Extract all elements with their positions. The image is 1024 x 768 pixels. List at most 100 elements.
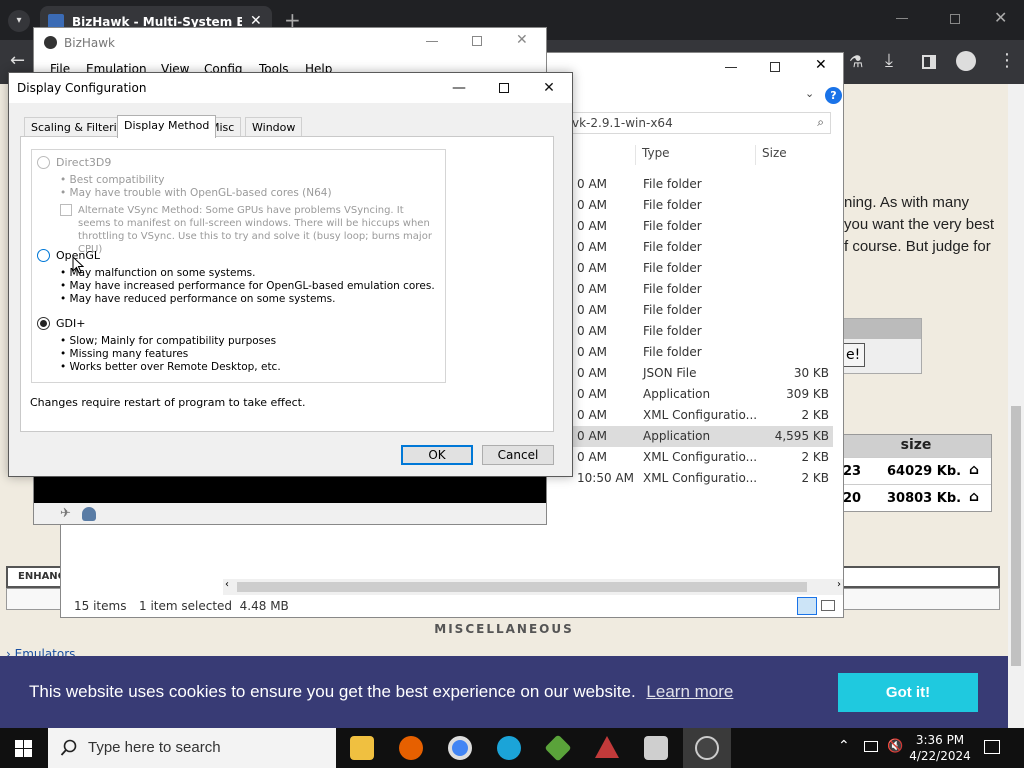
side-panel-icon[interactable]	[922, 55, 936, 69]
edge-icon[interactable]	[497, 736, 521, 760]
download-button[interactable]: e!	[841, 343, 866, 367]
file-row[interactable]: 0 AM Application 4,595 KB	[561, 426, 833, 447]
close-icon[interactable]: ✕	[516, 32, 528, 48]
file-date: 0 AM	[577, 282, 608, 296]
minimize-icon[interactable]	[426, 41, 438, 42]
home-icon[interactable]: ⌂	[969, 489, 979, 505]
file-row[interactable]: 0 AM XML Configuratio... 2 KB	[561, 405, 833, 426]
download-icon[interactable]: ⤓	[885, 50, 893, 71]
file-row[interactable]: 0 AM File folder	[561, 237, 833, 258]
gdi-plus-radio[interactable]	[37, 317, 50, 330]
file-row[interactable]: 0 AM File folder	[561, 300, 833, 321]
page-text-line: ning. As with many	[844, 194, 970, 211]
direct3d9-radio[interactable]	[37, 156, 50, 169]
close-icon[interactable]: ✕	[815, 57, 827, 73]
display-method-group: Direct3D9 • Best compatibility • May hav…	[31, 149, 446, 383]
bizhawk-status-bar: ✈	[34, 503, 546, 524]
chevron-right-icon[interactable]: ›	[837, 579, 841, 590]
file-type: XML Configuratio...	[643, 471, 758, 485]
git-icon[interactable]	[544, 734, 572, 762]
controller-icon[interactable]: ✈	[60, 506, 71, 521]
file-date: 0 AM	[577, 240, 608, 254]
file-row[interactable]: 0 AM XML Configuratio... 2 KB	[561, 447, 833, 468]
close-window-icon[interactable]: ✕	[994, 8, 1007, 27]
file-row[interactable]: 0 AM File folder	[561, 321, 833, 342]
menu-kebab-icon[interactable]: ⋮	[998, 50, 1016, 71]
file-row[interactable]: 0 AM File folder	[561, 279, 833, 300]
file-row[interactable]: 0 AM File folder	[561, 258, 833, 279]
size-table: size 23 64029 Kb. ⌂ 20 30803 Kb. ⌂	[840, 434, 992, 512]
maximize-icon[interactable]	[472, 36, 482, 46]
network-icon[interactable]	[864, 741, 878, 752]
file-row[interactable]: 0 AM JSON File 30 KB	[561, 363, 833, 384]
taskbar-search-box[interactable]: Type here to search	[48, 728, 336, 768]
file-row[interactable]: 0 AM File folder	[561, 174, 833, 195]
search-icon[interactable]: ⌕	[817, 115, 824, 130]
table-row: 20 30803 Kb. ⌂	[841, 484, 991, 511]
file-row[interactable]: 10:50 AM XML Configuratio... 2 KB	[561, 468, 833, 489]
bizhawk-taskbar-button[interactable]	[683, 728, 731, 768]
file-date: 0 AM	[577, 261, 608, 275]
minimize-icon[interactable]	[725, 67, 737, 68]
file-row[interactable]: 0 AM File folder	[561, 342, 833, 363]
back-arrow-icon[interactable]: ←	[10, 50, 25, 71]
notifications-icon[interactable]	[984, 740, 1000, 754]
scrollbar-thumb[interactable]	[1011, 406, 1021, 666]
file-date: 10:50 AM	[577, 471, 634, 485]
restore-icon[interactable]	[950, 14, 960, 24]
chevron-left-icon[interactable]: ‹	[225, 579, 229, 590]
misc-heading: MISCELLANEOUS	[434, 622, 574, 636]
profile-avatar-icon[interactable]	[956, 51, 976, 71]
tab-window[interactable]: Window	[245, 117, 303, 137]
column-header-size[interactable]: Size	[762, 146, 787, 160]
chrome-icon[interactable]	[448, 736, 472, 760]
minimize-icon[interactable]	[896, 18, 908, 19]
ok-button[interactable]: OK	[401, 445, 473, 465]
file-type: File folder	[643, 261, 702, 275]
emulator-screen[interactable]	[34, 476, 546, 503]
chevron-up-icon[interactable]: ⌃	[838, 738, 850, 754]
gdi-plus-label: GDI+	[56, 317, 86, 330]
close-icon[interactable]: ✕	[526, 73, 572, 103]
alternate-vsync-checkbox[interactable]	[60, 204, 72, 216]
details-view-icon[interactable]	[797, 597, 817, 615]
help-icon[interactable]: ?	[825, 87, 842, 104]
display-configuration-dialog: Display Configuration — ✕ Scaling & Filt…	[8, 72, 573, 477]
chevron-down-icon[interactable]: ⌄	[805, 87, 814, 100]
address-path: vk-2.9.1-win-x64	[572, 116, 673, 130]
file-row[interactable]: 0 AM Application 309 KB	[561, 384, 833, 405]
tab-search-button[interactable]: ▾	[8, 10, 30, 32]
opengl-radio[interactable]	[37, 249, 50, 262]
scrollbar-thumb[interactable]	[237, 582, 807, 592]
cancel-button[interactable]: Cancel	[482, 445, 554, 465]
volume-muted-icon[interactable]: 🔇	[887, 739, 903, 754]
opengl-bullet: • May have reduced performance on some s…	[60, 293, 336, 305]
file-date: 0 AM	[577, 219, 608, 233]
page-scrollbar[interactable]	[1008, 84, 1024, 728]
home-icon[interactable]: ⌂	[969, 462, 979, 478]
file-explorer-icon[interactable]	[350, 736, 374, 760]
taskbar-search-placeholder: Type here to search	[88, 739, 221, 756]
file-size: 2 KB	[801, 408, 829, 422]
file-size: 2 KB	[801, 471, 829, 485]
item-count: 15 items	[74, 599, 127, 613]
column-header-type[interactable]: Type	[642, 146, 670, 160]
minimize-icon[interactable]: —	[436, 73, 482, 103]
windows-start-icon[interactable]	[15, 740, 32, 757]
file-row[interactable]: 0 AM File folder	[561, 195, 833, 216]
tab-display-method[interactable]: Display Method	[117, 115, 217, 138]
maximize-icon[interactable]	[770, 62, 780, 72]
learn-more-link[interactable]: Learn more	[646, 682, 733, 701]
firefox-icon[interactable]	[399, 736, 423, 760]
address-bar[interactable]: vk-2.9.1-win-x64 ⌕	[565, 112, 831, 134]
labs-flask-icon[interactable]: ⚗	[849, 52, 863, 71]
horizontal-scrollbar[interactable]: ‹ ›	[223, 579, 843, 595]
maximize-icon[interactable]	[481, 73, 527, 103]
file-row[interactable]: 0 AM File folder	[561, 216, 833, 237]
user-icon[interactable]	[82, 507, 96, 521]
photos-icon[interactable]	[644, 736, 668, 760]
large-icons-view-icon[interactable]	[821, 600, 835, 611]
taskbar-clock[interactable]: 3:36 PM 4/22/2024	[908, 732, 972, 764]
app-triangle-icon[interactable]	[595, 736, 619, 758]
got-it-button[interactable]: Got it!	[838, 673, 978, 712]
